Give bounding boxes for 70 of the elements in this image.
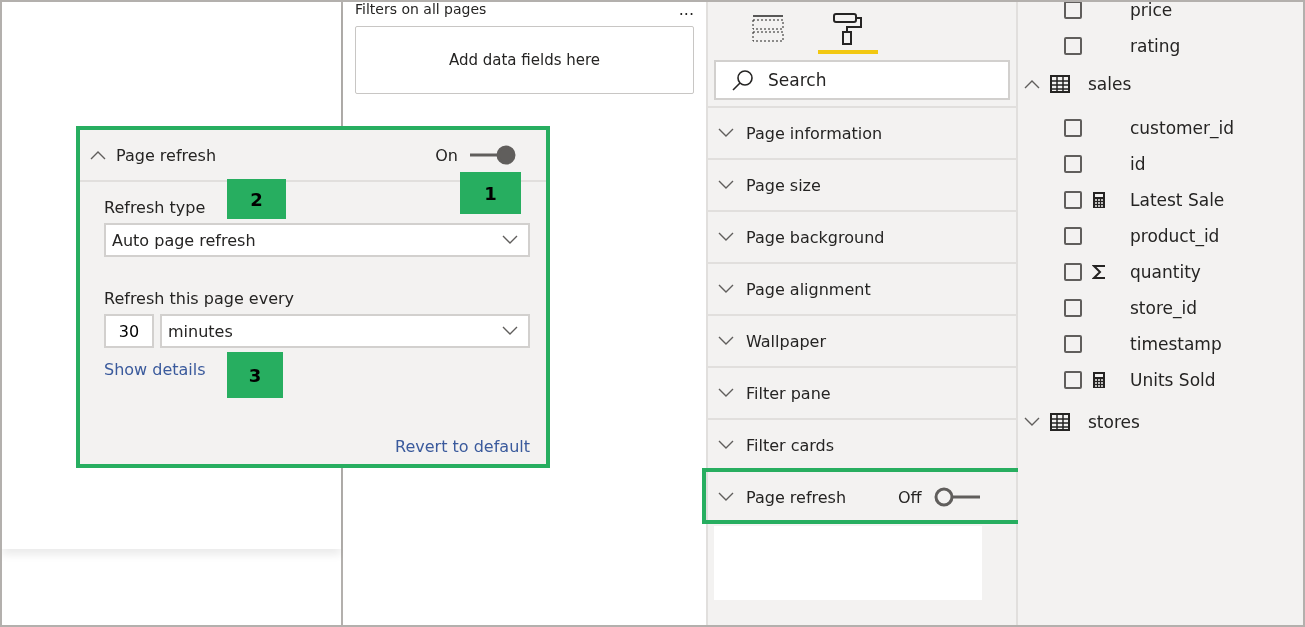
field-name[interactable]: Units Sold bbox=[1130, 370, 1216, 390]
search-field[interactable]: Search bbox=[714, 60, 1010, 100]
field-label: Refresh this page every bbox=[104, 289, 295, 308]
section-header[interactable]: Page alignment bbox=[708, 262, 1016, 314]
chevron-down-icon bbox=[718, 492, 734, 502]
field-name[interactable]: product_id bbox=[1130, 226, 1220, 246]
more-options-button[interactable]: ... bbox=[678, 2, 694, 19]
callout-number: 1 bbox=[460, 172, 521, 214]
checkbox[interactable] bbox=[1064, 227, 1082, 245]
field-name[interactable]: Latest Sale bbox=[1130, 190, 1225, 210]
chevron-down-icon bbox=[718, 440, 734, 450]
checkbox[interactable] bbox=[1064, 119, 1082, 137]
checkbox[interactable] bbox=[1064, 2, 1082, 19]
field-name[interactable]: price bbox=[1130, 2, 1173, 20]
revert-link[interactable]: Revert to default bbox=[395, 437, 530, 456]
chevron-down-icon bbox=[1024, 417, 1040, 427]
checkbox[interactable] bbox=[1064, 263, 1082, 281]
filters-title: Filters on all pages bbox=[355, 2, 487, 17]
section-header[interactable]: Filter pane bbox=[708, 366, 1016, 418]
callout-number: 2 bbox=[227, 179, 286, 219]
unit-dropdown[interactable]: minutes bbox=[160, 314, 530, 348]
checkbox[interactable] bbox=[1064, 191, 1082, 209]
paint-roller-icon bbox=[833, 13, 863, 45]
drop-zone[interactable]: Add data fields here bbox=[355, 26, 694, 94]
show-details-link[interactable]: Show details bbox=[104, 360, 206, 379]
table-name[interactable]: sales bbox=[1088, 74, 1132, 94]
checkbox[interactable] bbox=[1064, 155, 1082, 173]
caret-icon bbox=[502, 326, 518, 336]
chevron-down-icon bbox=[718, 232, 734, 242]
checkbox[interactable] bbox=[1064, 299, 1082, 317]
chevron-up-icon bbox=[1024, 79, 1040, 89]
checkbox[interactable] bbox=[1064, 371, 1082, 389]
section-header[interactable]: Page background bbox=[708, 210, 1016, 262]
section-header[interactable]: Filter cards bbox=[708, 418, 1016, 470]
field-name[interactable]: customer_id bbox=[1130, 118, 1235, 138]
interval-input[interactable]: 30 bbox=[104, 314, 154, 348]
toggle-label: Off bbox=[898, 487, 922, 507]
highlighted-section-header[interactable]: Page refresh Off bbox=[704, 470, 1020, 522]
chevron-down-icon bbox=[718, 128, 734, 138]
field-label: Refresh type bbox=[104, 198, 206, 217]
caret-icon bbox=[502, 235, 518, 245]
toggle-switch[interactable] bbox=[933, 487, 982, 507]
chevron-up-icon bbox=[90, 150, 106, 160]
section-header[interactable]: Page information bbox=[708, 106, 1016, 158]
field-name[interactable]: timestamp bbox=[1130, 334, 1222, 354]
chevron-down-icon bbox=[718, 180, 734, 190]
checkbox[interactable] bbox=[1064, 37, 1082, 55]
sigma-icon bbox=[1092, 264, 1106, 280]
callout-number: 3 bbox=[227, 352, 283, 398]
field-name[interactable]: store_id bbox=[1130, 298, 1197, 318]
chevron-down-icon bbox=[718, 388, 734, 398]
table-icon bbox=[1050, 413, 1070, 431]
calculator-icon bbox=[1093, 192, 1105, 208]
toggle-label: On bbox=[435, 145, 458, 165]
checkbox[interactable] bbox=[1064, 335, 1082, 353]
chevron-down-icon bbox=[718, 284, 734, 294]
section-header[interactable]: Wallpaper bbox=[708, 314, 1016, 366]
table-name[interactable]: stores bbox=[1088, 412, 1140, 432]
toggle-switch[interactable] bbox=[468, 145, 516, 165]
table-icon bbox=[1050, 75, 1070, 93]
refresh-type-dropdown[interactable]: Auto page refresh bbox=[104, 223, 530, 257]
field-name[interactable]: rating bbox=[1130, 36, 1181, 56]
card-title: Page refresh bbox=[116, 145, 218, 165]
calculator-icon bbox=[1093, 372, 1105, 388]
field-name[interactable]: quantity bbox=[1130, 262, 1201, 282]
chevron-down-icon bbox=[718, 336, 734, 346]
field-name[interactable]: id bbox=[1130, 154, 1146, 174]
search-icon bbox=[732, 69, 754, 91]
section-header[interactable]: Page size bbox=[708, 158, 1016, 210]
fields-list-icon bbox=[752, 15, 784, 43]
